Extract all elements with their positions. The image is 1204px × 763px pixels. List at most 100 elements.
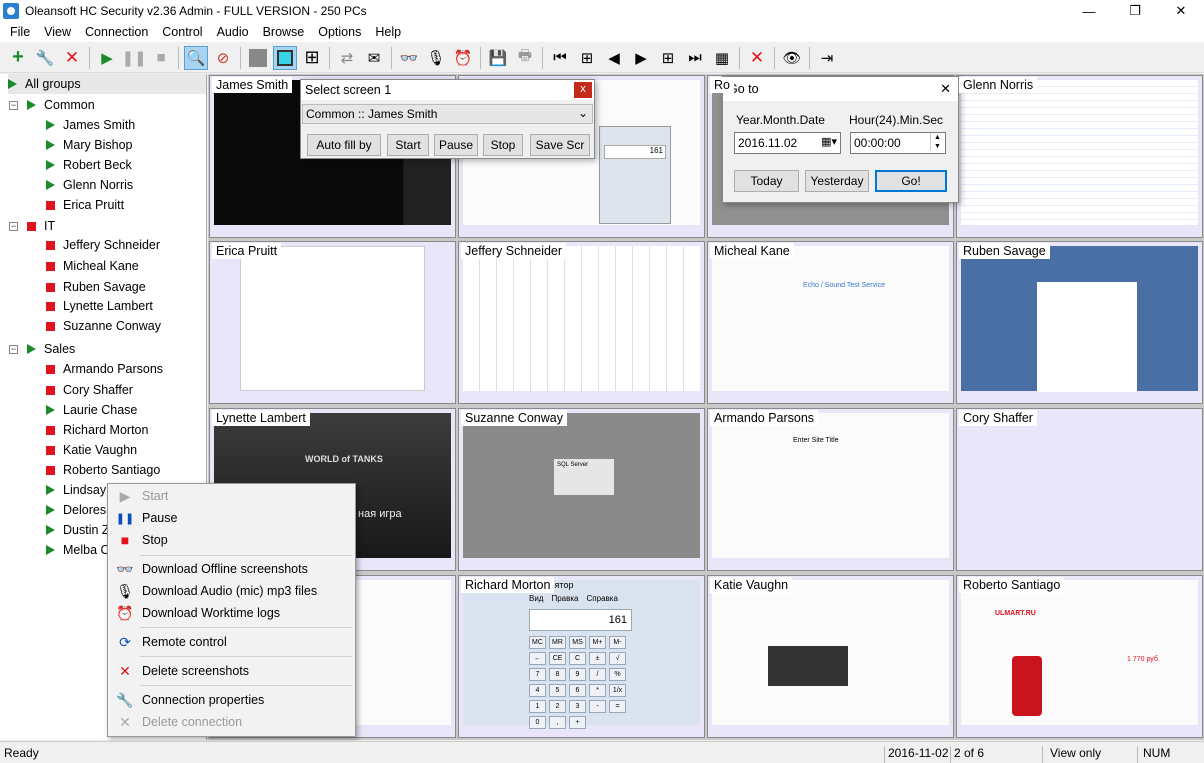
tree-item[interactable]: Armando Parsons bbox=[46, 359, 163, 379]
menu-item-delete-screenshots[interactable]: ✕ Delete screenshots bbox=[108, 660, 355, 682]
menu-item-pause[interactable]: ❚❚ Pause bbox=[108, 507, 355, 529]
tree-item[interactable]: Ruben Savage bbox=[46, 277, 146, 297]
play-icon[interactable]: ▶ bbox=[95, 46, 119, 70]
clock-icon[interactable]: ⏰ bbox=[451, 46, 475, 70]
maximize-button[interactable]: ❐ bbox=[1112, 0, 1158, 22]
screen-cell[interactable]: Erica Pruitt bbox=[209, 241, 456, 404]
tree-group-common[interactable]: − Common bbox=[9, 95, 95, 115]
screen-cell[interactable]: Cory Shaffer bbox=[956, 408, 1203, 571]
mail-icon[interactable]: ✉ bbox=[362, 46, 386, 70]
refresh-icon[interactable]: ⇄ bbox=[335, 46, 359, 70]
tree-item[interactable]: Melba C bbox=[46, 540, 110, 560]
calendar-dropdown-icon[interactable]: ▦▾ bbox=[821, 135, 837, 148]
view-single-icon[interactable] bbox=[246, 46, 270, 70]
delete-icon[interactable]: ✕ bbox=[60, 46, 84, 70]
tree-item[interactable]: Dustin Z bbox=[46, 520, 110, 540]
tree-item[interactable]: James Smith bbox=[46, 115, 135, 135]
date-picker[interactable]: 2016.11.02 ▦▾ bbox=[734, 132, 841, 154]
next-page-icon[interactable]: ⊞ bbox=[656, 46, 680, 70]
menu-control[interactable]: Control bbox=[155, 25, 209, 39]
menu-item-download-screenshots[interactable]: 👓 Download Offline screenshots bbox=[108, 558, 355, 580]
zoom-icon[interactable]: 🔍 bbox=[184, 45, 208, 70]
binoculars-icon[interactable]: 👓 bbox=[397, 46, 421, 70]
mic-icon[interactable]: 🎙 bbox=[424, 46, 448, 70]
menu-browse[interactable]: Browse bbox=[256, 25, 312, 39]
tree-item[interactable]: Micheal Kane bbox=[46, 256, 139, 276]
close-x-icon[interactable]: ✕ bbox=[745, 46, 769, 70]
view-4-icon[interactable] bbox=[273, 45, 297, 70]
menu-view[interactable]: View bbox=[37, 25, 78, 39]
collapse-icon[interactable]: − bbox=[9, 100, 18, 110]
menu-item-download-worktime[interactable]: ⏰ Download Worktime logs bbox=[108, 602, 355, 624]
menu-item-download-audio[interactable]: 🎙 Download Audio (mic) mp3 files bbox=[108, 580, 355, 602]
tree-item[interactable]: Cory Shaffer bbox=[46, 380, 133, 400]
menu-item-start[interactable]: ▶ Start bbox=[108, 485, 355, 507]
menu-item-delete-connection[interactable]: ✕ Delete connection bbox=[108, 711, 355, 733]
tree-item[interactable]: Richard Morton bbox=[46, 420, 148, 440]
tree-group-it[interactable]: − IT bbox=[9, 216, 55, 236]
tree-item[interactable]: Laurie Chase bbox=[46, 400, 137, 420]
menu-file[interactable]: File bbox=[3, 25, 37, 39]
menu-connection[interactable]: Connection bbox=[78, 25, 155, 39]
tree-item[interactable]: Robert Beck bbox=[46, 155, 132, 175]
tree-item[interactable]: Glenn Norris bbox=[46, 175, 133, 195]
next-icon[interactable]: ▶ bbox=[629, 46, 653, 70]
last-icon[interactable]: ⏭ bbox=[683, 46, 707, 70]
tree-item[interactable]: Katie Vaughn bbox=[46, 440, 137, 460]
screen-cell[interactable]: Roberto Santiago ULMART.RU 1 770 руб. bbox=[956, 575, 1203, 738]
start-button[interactable]: Start bbox=[387, 134, 429, 156]
tree-item[interactable]: Suzanne Conway bbox=[46, 316, 161, 336]
minimize-button[interactable]: — bbox=[1066, 0, 1112, 22]
tree-item[interactable]: Delores bbox=[46, 500, 106, 520]
collapse-icon[interactable]: − bbox=[9, 221, 18, 231]
tree-item[interactable]: Roberto Santiago bbox=[46, 460, 160, 480]
close-icon[interactable]: ✕ bbox=[940, 81, 951, 97]
go-button[interactable]: Go! bbox=[875, 170, 947, 192]
screen-cell[interactable]: Armando Parsons Enter Site Title bbox=[707, 408, 954, 571]
calendar-icon[interactable]: ▦ bbox=[710, 46, 734, 70]
pause-icon[interactable]: ❚❚ bbox=[121, 46, 146, 70]
pause-button[interactable]: Pause bbox=[434, 134, 478, 156]
first-page-icon[interactable]: ⊞ bbox=[575, 46, 599, 70]
view-9-icon[interactable]: ⊞ bbox=[300, 46, 324, 70]
menu-help[interactable]: Help bbox=[368, 25, 408, 39]
time-spinner[interactable]: 00:00:00 ▲ ▼ bbox=[850, 132, 946, 154]
stop-icon[interactable]: ■ bbox=[149, 46, 173, 70]
tree-item[interactable]: Erica Pruitt bbox=[46, 195, 124, 215]
tree-item[interactable]: Lindsay bbox=[46, 480, 106, 500]
menu-audio[interactable]: Audio bbox=[210, 25, 256, 39]
stop-button[interactable]: Stop bbox=[483, 134, 523, 156]
remote-icon[interactable]: ⊘ bbox=[211, 46, 235, 70]
screen-cell[interactable]: Glenn Norris bbox=[956, 75, 1203, 238]
menu-options[interactable]: Options bbox=[311, 25, 368, 39]
menu-item-connection-properties[interactable]: 🔧 Connection properties bbox=[108, 689, 355, 711]
tree-group-sales[interactable]: − Sales bbox=[9, 339, 75, 359]
tree-item[interactable]: Mary Bishop bbox=[46, 135, 132, 155]
add-icon[interactable]: + bbox=[6, 46, 30, 70]
close-button[interactable]: ✕ bbox=[1158, 0, 1204, 22]
spin-icon[interactable]: ▲ ▼ bbox=[930, 133, 944, 151]
collapse-icon[interactable]: − bbox=[9, 344, 18, 354]
today-button[interactable]: Today bbox=[734, 170, 799, 192]
wrench-icon[interactable]: 🔧 bbox=[33, 46, 57, 70]
close-icon[interactable]: x bbox=[574, 82, 592, 98]
screen-cell[interactable]: Micheal Kane Echo / Sound Test Service bbox=[707, 241, 954, 404]
menu-item-remote-control[interactable]: ⟳ Remote control bbox=[108, 631, 355, 653]
tree-item[interactable]: Jeffery Schneider bbox=[46, 235, 160, 255]
exit-icon[interactable]: ⇥ bbox=[815, 46, 839, 70]
eye-icon[interactable]: 👁 bbox=[780, 46, 804, 70]
print-icon[interactable]: 🖶 bbox=[513, 46, 537, 70]
yesterday-button[interactable]: Yesterday bbox=[805, 170, 869, 192]
auto-fill-button[interactable]: Auto fill by bbox=[307, 134, 381, 156]
screen-cell[interactable]: Suzanne Conway SQL Server bbox=[458, 408, 705, 571]
prev-icon[interactable]: ◀ bbox=[602, 46, 626, 70]
first-icon[interactable]: ⏮ bbox=[548, 46, 572, 70]
save-icon[interactable]: 💾 bbox=[486, 46, 510, 70]
screen-cell[interactable]: Ruben Savage bbox=[956, 241, 1203, 404]
tree-item[interactable]: Lynette Lambert bbox=[46, 296, 153, 316]
tree-root[interactable]: All groups bbox=[8, 74, 206, 94]
screen-cell[interactable]: Richard Morton улятор Вид Правка Справка 1… bbox=[458, 575, 705, 738]
save-screen-button[interactable]: Save Scr bbox=[530, 134, 590, 156]
screen-select-dropdown[interactable]: Common :: James Smith ⌄ bbox=[302, 104, 593, 124]
menu-item-stop[interactable]: ■ Stop bbox=[108, 529, 355, 551]
